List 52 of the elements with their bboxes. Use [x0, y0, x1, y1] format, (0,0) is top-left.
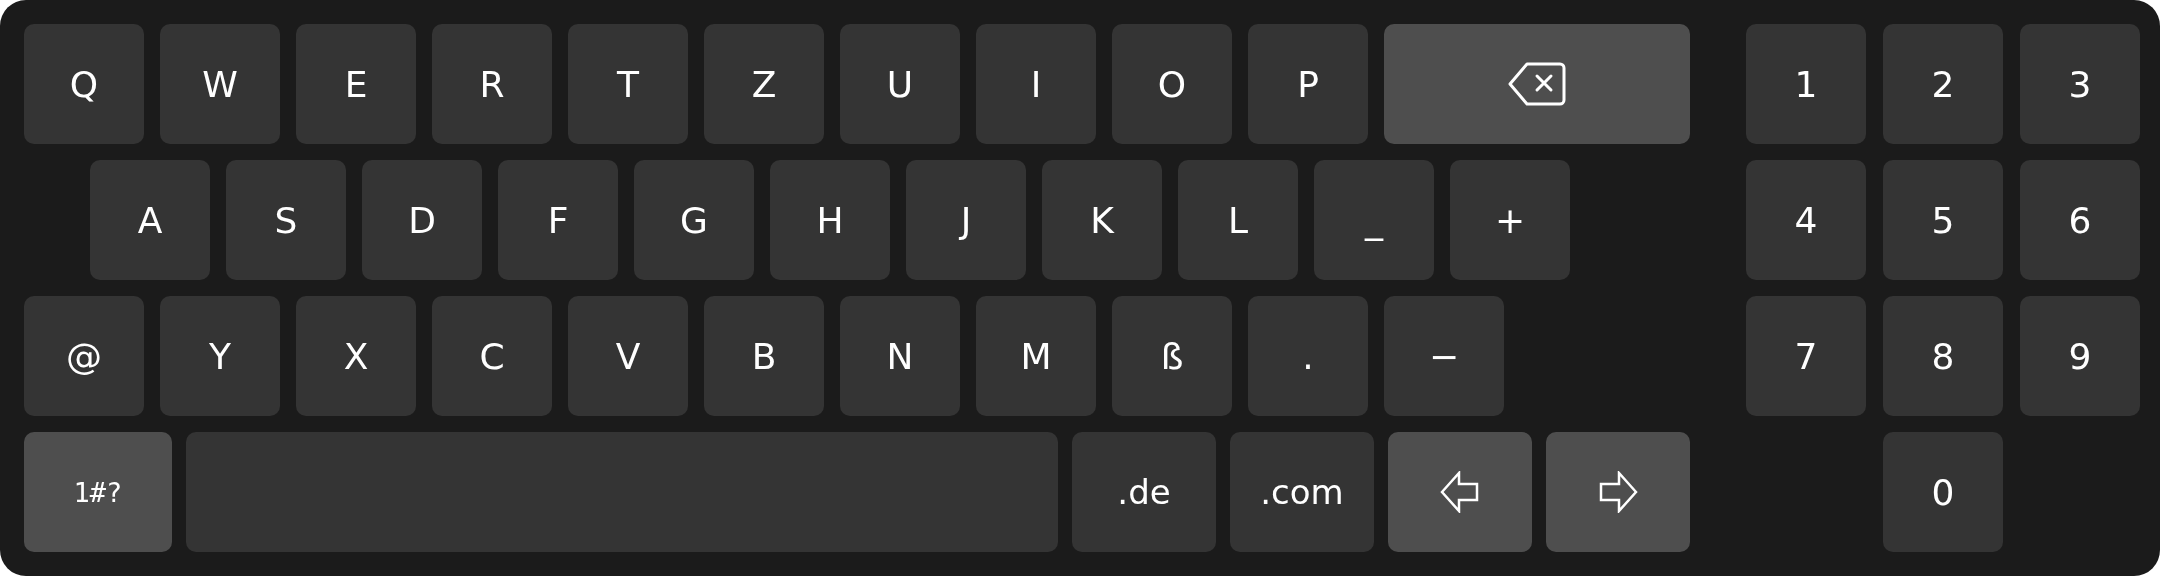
left-arrow-key[interactable] — [1388, 432, 1532, 552]
key[interactable]: E — [296, 24, 416, 144]
key[interactable]: W — [160, 24, 280, 144]
key[interactable]: S — [226, 160, 346, 280]
key[interactable]: _ — [1314, 160, 1434, 280]
key[interactable]: I — [976, 24, 1096, 144]
number-key[interactable]: 4 — [1746, 160, 1866, 280]
key[interactable]: A — [90, 160, 210, 280]
right-arrow-icon — [1598, 471, 1638, 513]
number-key[interactable]: 5 — [1883, 160, 2003, 280]
key[interactable]: T — [568, 24, 688, 144]
number-key[interactable]: 2 — [1883, 24, 2003, 144]
key[interactable]: B — [704, 296, 824, 416]
key[interactable]: G — [634, 160, 754, 280]
key[interactable]: X — [296, 296, 416, 416]
backspace-key[interactable] — [1384, 24, 1690, 144]
number-key[interactable]: 6 — [2020, 160, 2140, 280]
key[interactable]: N — [840, 296, 960, 416]
number-key[interactable]: 0 — [1883, 432, 2003, 552]
number-key[interactable]: 9 — [2020, 296, 2140, 416]
key[interactable]: − — [1384, 296, 1504, 416]
left-arrow-icon — [1440, 471, 1480, 513]
key[interactable]: Z — [704, 24, 824, 144]
key[interactable]: + — [1450, 160, 1570, 280]
key[interactable]: F — [498, 160, 618, 280]
key[interactable]: ß — [1112, 296, 1232, 416]
key[interactable]: U — [840, 24, 960, 144]
number-key[interactable]: 8 — [1883, 296, 2003, 416]
key[interactable]: O — [1112, 24, 1232, 144]
symbols-key[interactable]: 1#? — [24, 432, 172, 552]
right-arrow-key[interactable] — [1546, 432, 1690, 552]
key[interactable]: . — [1248, 296, 1368, 416]
number-key[interactable]: 3 — [2020, 24, 2140, 144]
domain-key[interactable]: .com — [1230, 432, 1374, 552]
backspace-icon — [1508, 62, 1566, 106]
key[interactable]: C — [432, 296, 552, 416]
key[interactable]: R — [432, 24, 552, 144]
space-bar[interactable] — [186, 432, 1058, 552]
key[interactable]: M — [976, 296, 1096, 416]
key[interactable]: H — [770, 160, 890, 280]
key[interactable]: @ — [24, 296, 144, 416]
key[interactable]: Y — [160, 296, 280, 416]
number-key[interactable]: 7 — [1746, 296, 1866, 416]
key[interactable]: K — [1042, 160, 1162, 280]
key[interactable]: P — [1248, 24, 1368, 144]
key[interactable]: V — [568, 296, 688, 416]
number-key[interactable]: 1 — [1746, 24, 1866, 144]
domain-key[interactable]: .de — [1072, 432, 1216, 552]
key[interactable]: Q — [24, 24, 144, 144]
key[interactable]: L — [1178, 160, 1298, 280]
key[interactable]: D — [362, 160, 482, 280]
key[interactable]: J — [906, 160, 1026, 280]
